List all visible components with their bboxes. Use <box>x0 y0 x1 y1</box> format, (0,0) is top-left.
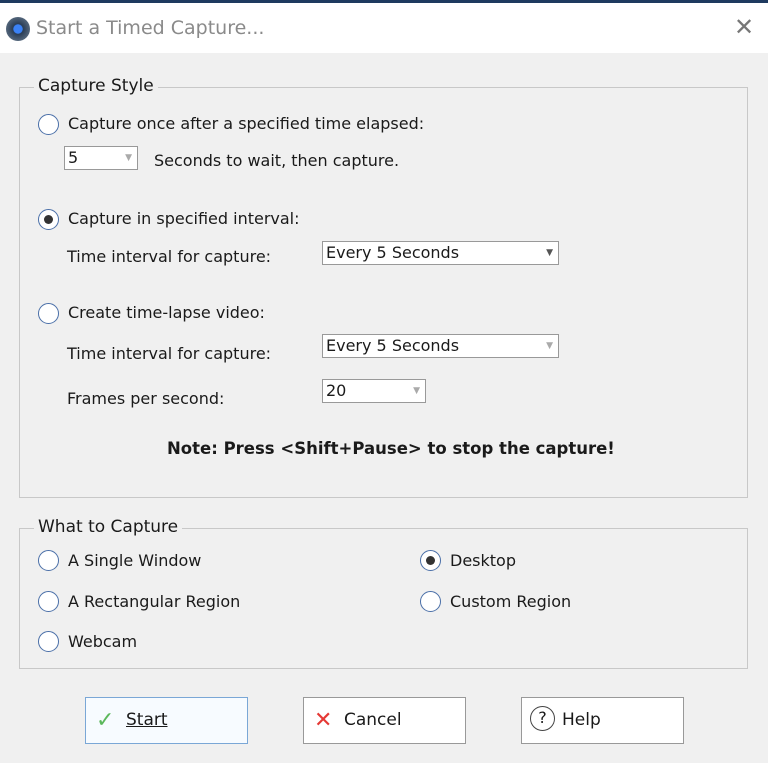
radio-capture-interval[interactable] <box>38 209 59 230</box>
seconds-value: 5 <box>68 148 79 167</box>
radio-custom-region[interactable] <box>420 591 441 612</box>
single-window-label: A Single Window <box>68 551 202 570</box>
help-icon: ? <box>530 706 555 731</box>
chevron-down-icon: ▼ <box>546 341 553 351</box>
cancel-button[interactable]: ✕ Cancel <box>303 697 466 744</box>
app-camera-icon <box>6 17 30 41</box>
radio-capture-once[interactable] <box>38 114 59 135</box>
fps-combo[interactable]: 20 ▼ <box>322 379 426 403</box>
fps-label: Frames per second: <box>67 389 225 408</box>
seconds-label: Seconds to wait, then capture. <box>154 151 400 170</box>
webcam-label: Webcam <box>68 632 138 651</box>
cancel-label: Cancel <box>344 710 402 730</box>
help-button[interactable]: ? Help <box>521 697 684 744</box>
timelapse-interval-value: Every 5 Seconds <box>326 336 460 355</box>
window-title: Start a Timed Capture... <box>36 17 265 39</box>
checkmark-icon: ✓ <box>96 708 115 733</box>
radio-rectangular-region[interactable] <box>38 591 59 612</box>
chevron-down-icon: ▼ <box>413 386 420 396</box>
fps-value: 20 <box>326 381 347 400</box>
interval-label: Time interval for capture: <box>67 247 272 266</box>
interval-value: Every 5 Seconds <box>326 243 460 262</box>
chevron-down-icon: ▼ <box>546 248 553 258</box>
capture-interval-label: Capture in specified interval: <box>68 209 300 228</box>
timelapse-interval-combo[interactable]: Every 5 Seconds ▼ <box>322 334 559 358</box>
title-bar: Start a Timed Capture... ✕ <box>0 3 768 53</box>
seconds-combo[interactable]: 5 ▼ <box>64 146 138 170</box>
help-label: Help <box>562 710 601 730</box>
capture-once-label: Capture once after a specified time elap… <box>68 114 425 133</box>
rectangular-region-label: A Rectangular Region <box>68 592 241 611</box>
custom-region-label: Custom Region <box>450 592 572 611</box>
chevron-down-icon: ▼ <box>125 153 132 163</box>
radio-single-window[interactable] <box>38 550 59 571</box>
radio-desktop[interactable] <box>420 550 441 571</box>
desktop-label: Desktop <box>450 551 516 570</box>
start-label: Start <box>126 710 168 730</box>
capture-style-legend: Capture Style <box>34 76 158 96</box>
timelapse-interval-label: Time interval for capture: <box>67 344 272 363</box>
x-icon: ✕ <box>314 708 333 733</box>
radio-webcam[interactable] <box>38 631 59 652</box>
start-button[interactable]: ✓ Start <box>85 697 248 744</box>
interval-combo[interactable]: Every 5 Seconds ▼ <box>322 241 559 265</box>
timelapse-label: Create time-lapse video: <box>68 303 265 322</box>
what-to-capture-legend: What to Capture <box>34 517 183 537</box>
close-icon[interactable]: ✕ <box>734 13 754 41</box>
radio-timelapse[interactable] <box>38 303 59 324</box>
note-text: Note: Press <Shift+Pause> to stop the ca… <box>167 439 615 458</box>
